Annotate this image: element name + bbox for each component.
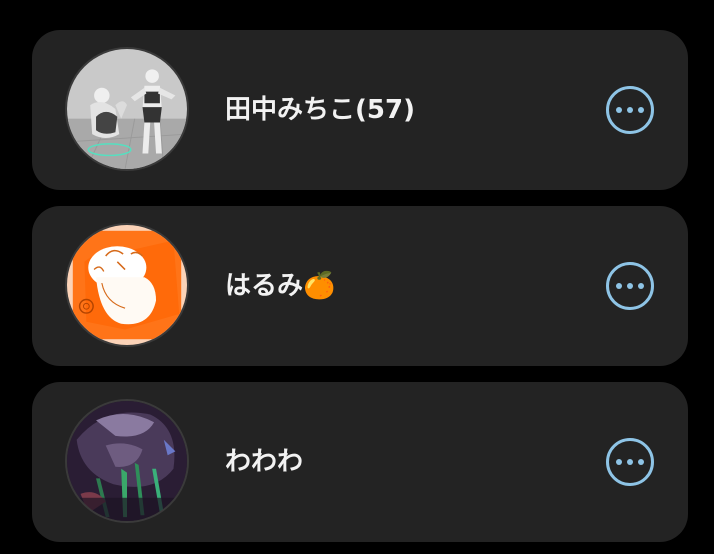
more-options-icon	[627, 107, 633, 113]
more-options-icon	[616, 459, 622, 465]
more-options-button[interactable]	[606, 438, 654, 486]
avatar-orange-sketch-icon	[67, 225, 187, 345]
more-options-button[interactable]	[606, 86, 654, 134]
more-options-icon	[616, 107, 622, 113]
more-options-icon	[638, 107, 644, 113]
avatar[interactable]	[65, 47, 189, 171]
more-options-icon	[627, 459, 633, 465]
more-options-button[interactable]	[606, 262, 654, 310]
more-options-icon	[638, 459, 644, 465]
contact-name: 田中みちこ(57)	[225, 95, 415, 125]
more-options-icon	[616, 283, 622, 289]
avatar-dark-illustration-icon	[67, 401, 187, 521]
avatar[interactable]	[65, 399, 189, 523]
contact-card[interactable]: わわわ	[32, 382, 688, 542]
more-options-icon	[627, 283, 633, 289]
contact-name: はるみ🍊	[225, 271, 336, 301]
contact-name: わわわ	[225, 447, 304, 477]
contact-card[interactable]: 田中みちこ(57)	[32, 30, 688, 190]
more-options-icon	[638, 283, 644, 289]
avatar[interactable]	[65, 223, 189, 347]
avatar-3d-figures-icon	[67, 49, 187, 169]
contact-card[interactable]: はるみ🍊	[32, 206, 688, 366]
